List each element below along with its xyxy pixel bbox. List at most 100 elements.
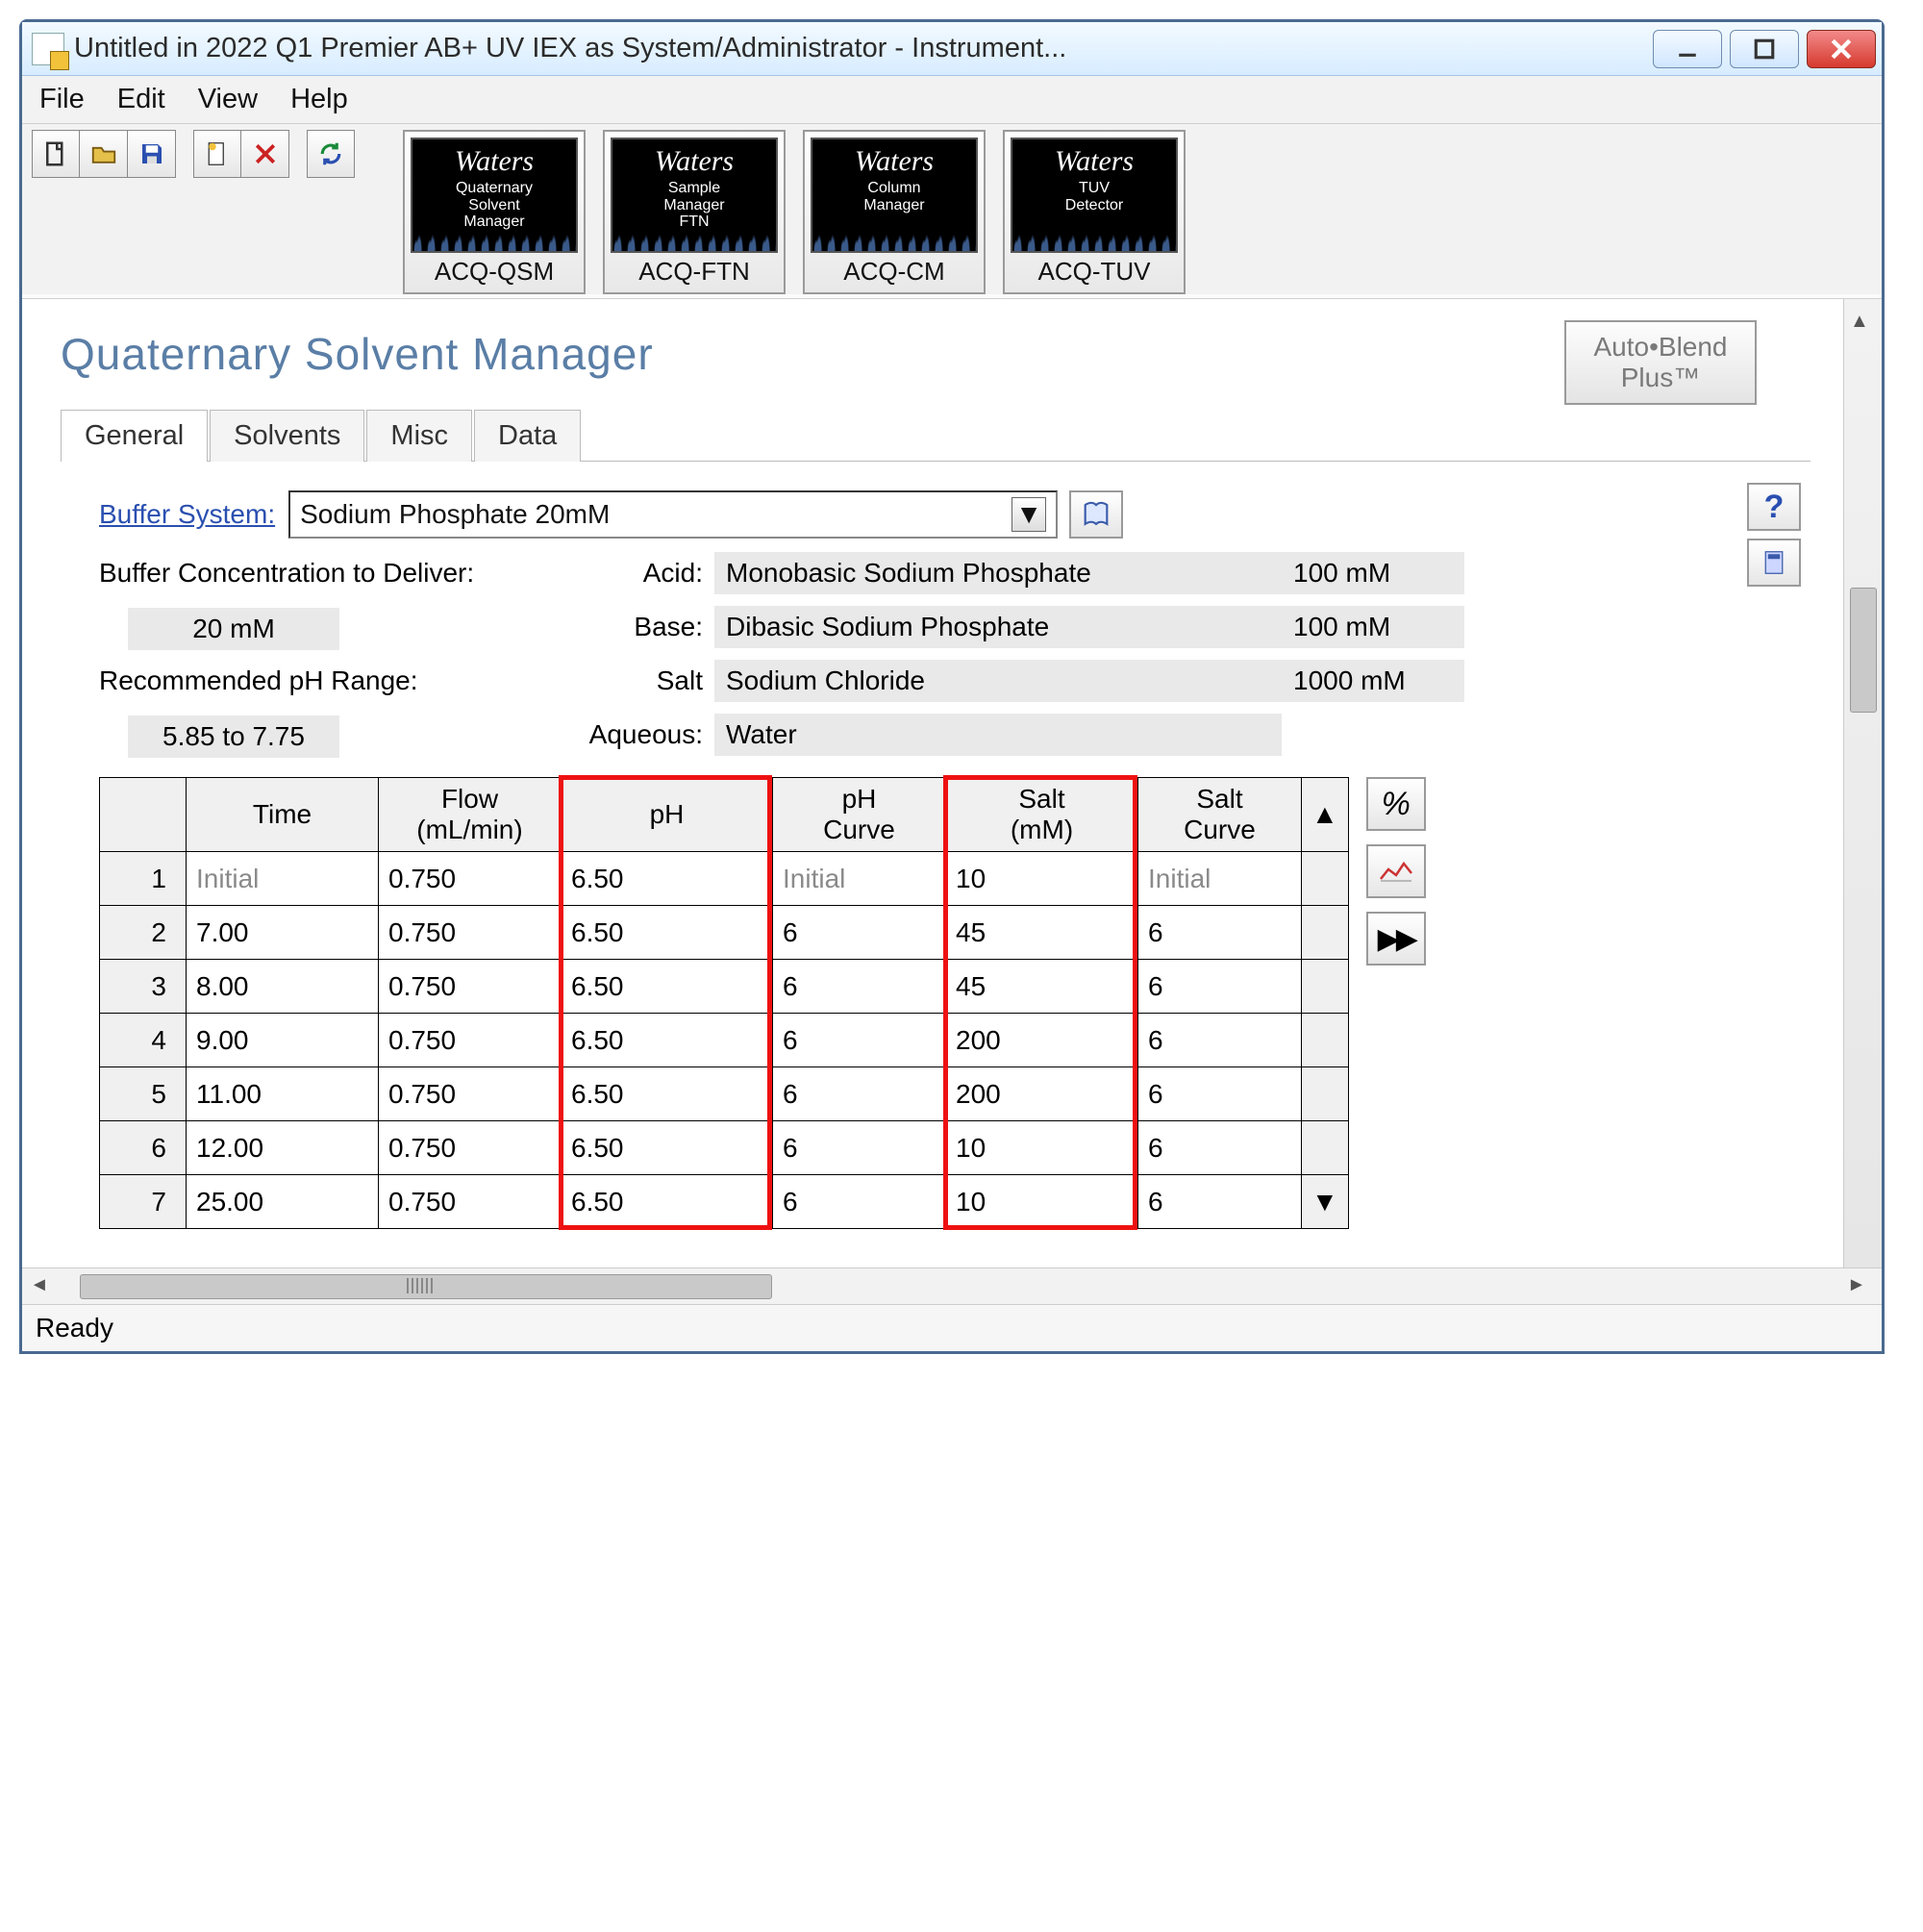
cell-time[interactable]: 7.00: [187, 906, 379, 960]
cell-flow[interactable]: 0.750: [379, 1067, 562, 1121]
cell-flow[interactable]: 0.750: [379, 1175, 562, 1229]
cell-saltcurve[interactable]: 6: [1138, 1067, 1302, 1121]
vertical-scrollbar[interactable]: [1843, 299, 1882, 1267]
close-button[interactable]: [1807, 30, 1876, 68]
instrument-tile-acq-qsm[interactable]: WatersQuaternary Solvent ManagerACQ-QSM: [403, 130, 586, 294]
cell-salt[interactable]: 200: [946, 1014, 1138, 1067]
cell-salt[interactable]: 10: [946, 852, 1138, 906]
cell-time[interactable]: 12.00: [187, 1121, 379, 1175]
small-tools: [32, 130, 355, 178]
help-button[interactable]: ?: [1747, 483, 1801, 531]
salt-name: Sodium Chloride: [714, 660, 1282, 702]
base-conc: 100 mM: [1282, 606, 1464, 648]
cell-time[interactable]: 8.00: [187, 960, 379, 1014]
tab-general[interactable]: General: [61, 410, 208, 462]
table-row[interactable]: 511.000.7506.5062006: [100, 1067, 1349, 1121]
instrument-tile-acq-ftn[interactable]: WatersSample Manager FTNACQ-FTN: [603, 130, 786, 294]
cell-salt[interactable]: 10: [946, 1121, 1138, 1175]
table-scroll-track[interactable]: [1302, 1121, 1349, 1175]
table-row[interactable]: 612.000.7506.506106: [100, 1121, 1349, 1175]
menu-edit[interactable]: Edit: [117, 84, 165, 115]
cell-saltcurve[interactable]: 6: [1138, 960, 1302, 1014]
horizontal-scrollbar[interactable]: ◄ ►: [22, 1267, 1882, 1304]
new-method-button[interactable]: [193, 130, 241, 178]
cell-ph[interactable]: 6.50: [562, 1014, 773, 1067]
buffer-library-button[interactable]: [1069, 490, 1123, 539]
cell-ph[interactable]: 6.50: [562, 1175, 773, 1229]
cell-flow[interactable]: 0.750: [379, 960, 562, 1014]
table-scroll-track[interactable]: [1302, 852, 1349, 906]
cell-phcurve[interactable]: 6: [773, 960, 946, 1014]
cell-phcurve[interactable]: 6: [773, 1067, 946, 1121]
table-row[interactable]: 27.000.7506.506456: [100, 906, 1349, 960]
cell-phcurve[interactable]: 6: [773, 1175, 946, 1229]
cell-saltcurve[interactable]: 6: [1138, 1175, 1302, 1229]
cell-ph[interactable]: 6.50: [562, 1067, 773, 1121]
autoblend-plus-button[interactable]: Auto•Blend Plus™: [1564, 320, 1757, 405]
cell-saltcurve[interactable]: 6: [1138, 1014, 1302, 1067]
cell-phcurve[interactable]: Initial: [773, 852, 946, 906]
cell-time[interactable]: 25.00: [187, 1175, 379, 1229]
maximize-button[interactable]: [1730, 30, 1799, 68]
table-scroll-track[interactable]: [1302, 960, 1349, 1014]
table-row[interactable]: 38.000.7506.506456: [100, 960, 1349, 1014]
save-button[interactable]: [128, 130, 176, 178]
buffer-system-label[interactable]: Buffer System:: [99, 499, 275, 530]
cell-time[interactable]: 9.00: [187, 1014, 379, 1067]
cell-saltcurve[interactable]: Initial: [1138, 852, 1302, 906]
table-scroll-down[interactable]: ▼: [1302, 1175, 1349, 1229]
tab-solvents[interactable]: Solvents: [210, 410, 364, 462]
table-scroll-track[interactable]: [1302, 906, 1349, 960]
table-row[interactable]: 49.000.7506.5062006: [100, 1014, 1349, 1067]
cell-time[interactable]: 11.00: [187, 1067, 379, 1121]
cell-phcurve[interactable]: 6: [773, 1014, 946, 1067]
scroll-up-icon[interactable]: [1850, 307, 1877, 334]
instrument-tile-acq-cm[interactable]: WatersColumn ManagerACQ-CM: [803, 130, 986, 294]
window-buttons: [1653, 30, 1876, 68]
new-button[interactable]: [32, 130, 80, 178]
cell-ph[interactable]: 6.50: [562, 852, 773, 906]
gradient-table[interactable]: Time Flow (mL/min) pH pH Curve Salt (mM)…: [99, 777, 1349, 1229]
cell-saltcurve[interactable]: 6: [1138, 1121, 1302, 1175]
table-row[interactable]: 725.000.7506.506106▼: [100, 1175, 1349, 1229]
refresh-button[interactable]: [307, 130, 355, 178]
scroll-thumb[interactable]: [1850, 588, 1877, 713]
cell-ph[interactable]: 6.50: [562, 960, 773, 1014]
minimize-button[interactable]: [1653, 30, 1722, 68]
drop-arrow-icon[interactable]: ▼: [1011, 497, 1046, 532]
tab-misc[interactable]: Misc: [366, 410, 472, 462]
tab-data[interactable]: Data: [474, 410, 581, 462]
chart-view-button[interactable]: [1366, 844, 1426, 898]
scroll-right-icon[interactable]: ►: [1847, 1274, 1874, 1299]
cell-flow[interactable]: 0.750: [379, 1014, 562, 1067]
instrument-tiles: WatersQuaternary Solvent ManagerACQ-QSMW…: [403, 130, 1186, 294]
scroll-left-icon[interactable]: ◄: [30, 1274, 57, 1299]
table-row[interactable]: 1Initial0.7506.50Initial10Initial: [100, 852, 1349, 906]
menu-view[interactable]: View: [198, 84, 258, 115]
table-scroll-up[interactable]: ▲: [1302, 778, 1349, 852]
cell-flow[interactable]: 0.750: [379, 906, 562, 960]
run-button[interactable]: ▶▶: [1366, 912, 1426, 966]
menu-file[interactable]: File: [39, 84, 85, 115]
calculator-button[interactable]: [1747, 539, 1801, 587]
instrument-tile-acq-tuv[interactable]: WatersTUV DetectorACQ-TUV: [1003, 130, 1186, 294]
cell-salt[interactable]: 200: [946, 1067, 1138, 1121]
open-button[interactable]: [80, 130, 128, 178]
cell-flow[interactable]: 0.750: [379, 852, 562, 906]
table-scroll-track[interactable]: [1302, 1014, 1349, 1067]
cell-ph[interactable]: 6.50: [562, 906, 773, 960]
cell-salt[interactable]: 45: [946, 906, 1138, 960]
cell-saltcurve[interactable]: 6: [1138, 906, 1302, 960]
table-scroll-track[interactable]: [1302, 1067, 1349, 1121]
cell-salt[interactable]: 45: [946, 960, 1138, 1014]
cell-salt[interactable]: 10: [946, 1175, 1138, 1229]
cell-time[interactable]: Initial: [187, 852, 379, 906]
delete-button[interactable]: [241, 130, 289, 178]
percent-view-button[interactable]: %: [1366, 777, 1426, 831]
cell-flow[interactable]: 0.750: [379, 1121, 562, 1175]
buffer-system-combo[interactable]: Sodium Phosphate 20mM ▼: [288, 490, 1058, 539]
menu-help[interactable]: Help: [290, 84, 348, 115]
cell-phcurve[interactable]: 6: [773, 906, 946, 960]
cell-ph[interactable]: 6.50: [562, 1121, 773, 1175]
cell-phcurve[interactable]: 6: [773, 1121, 946, 1175]
